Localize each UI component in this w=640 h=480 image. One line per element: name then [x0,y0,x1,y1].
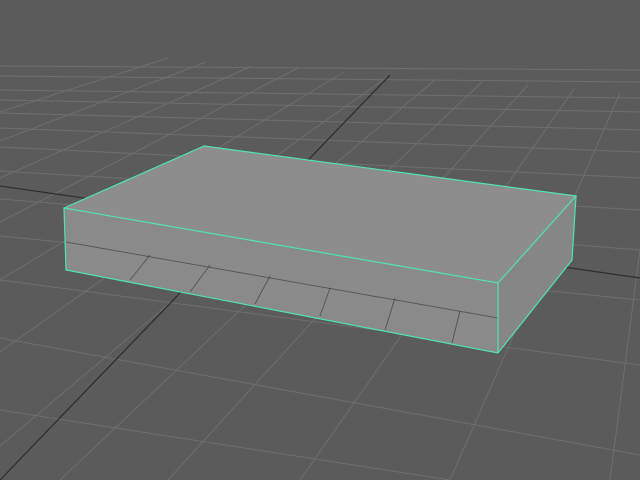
viewport-canvas[interactable] [0,0,640,480]
3d-viewport[interactable] [0,0,640,480]
